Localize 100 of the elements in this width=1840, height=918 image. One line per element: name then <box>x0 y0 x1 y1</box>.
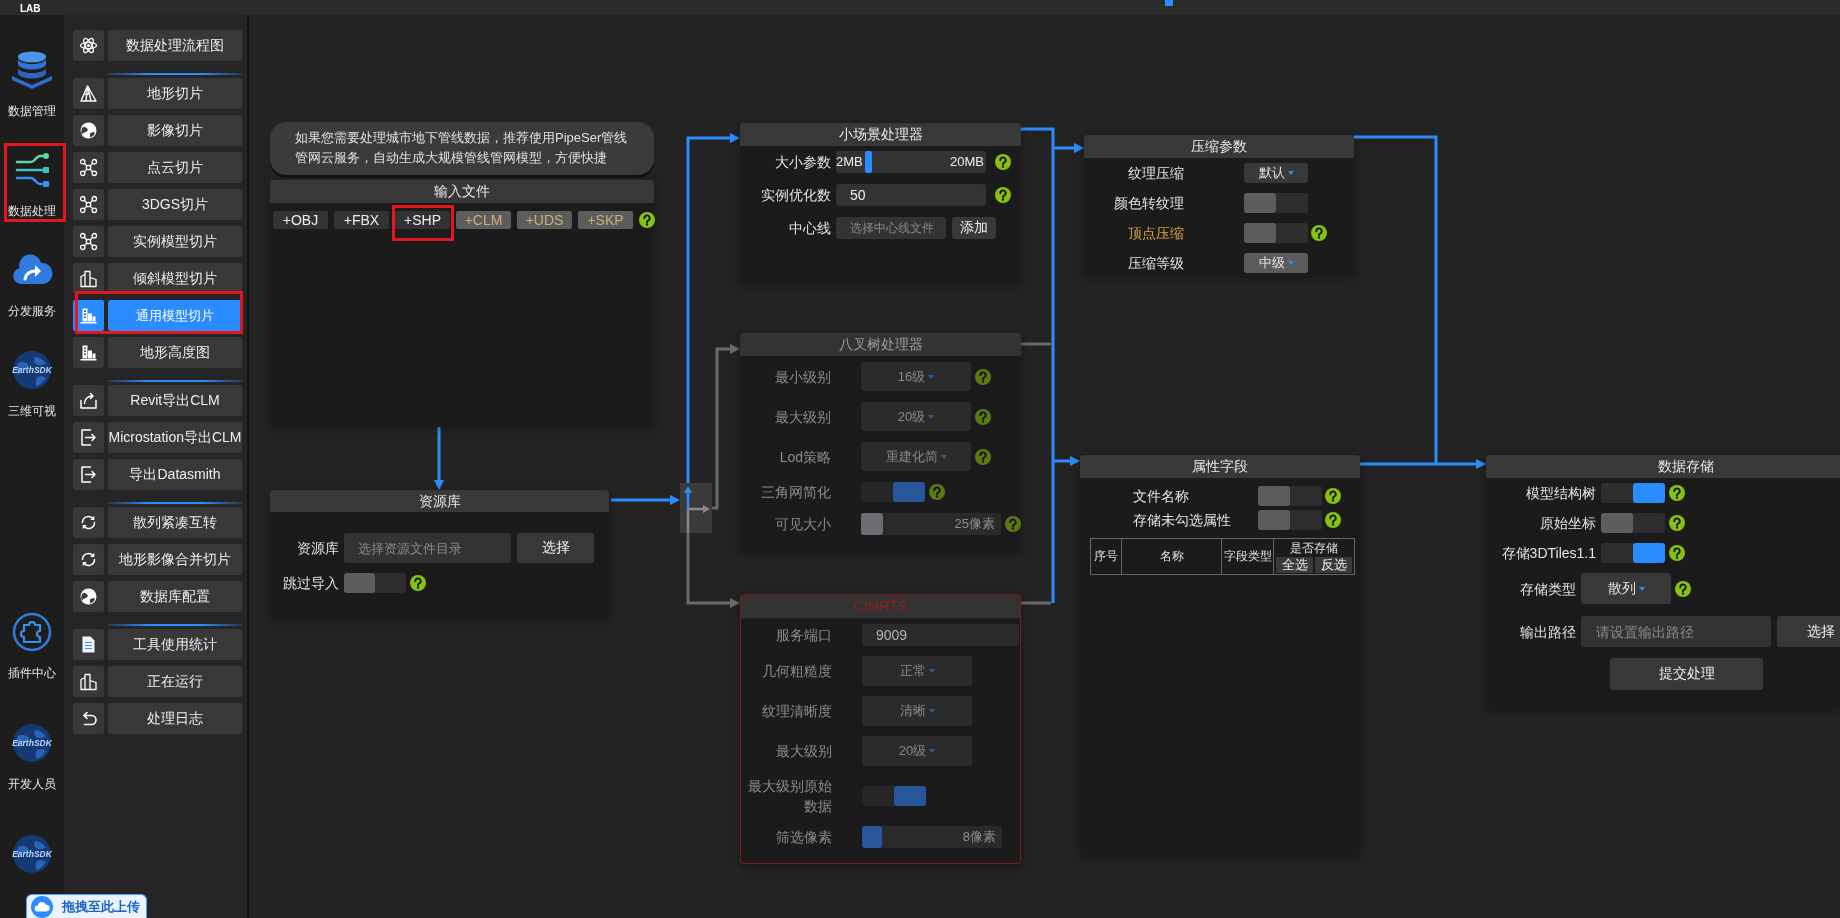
menu-button[interactable]: 散列紧凑互转 <box>108 507 242 538</box>
nav-item[interactable]: 插件中心 <box>0 612 64 681</box>
path-input[interactable]: 选择中心线文件 <box>836 217 946 239</box>
field-label: 存储类型 <box>1520 580 1576 597</box>
connector-arrow <box>1054 456 1080 466</box>
dropdown[interactable]: 散列 <box>1581 573 1671 604</box>
toggle-switch[interactable] <box>1601 483 1665 503</box>
toggle-switch[interactable] <box>1258 486 1322 506</box>
menu-button[interactable]: Microstation导出CLM <box>108 422 242 453</box>
range-max-label: 20MB <box>950 153 984 171</box>
table-action-button[interactable]: 反选 <box>1315 557 1352 573</box>
toggle-switch[interactable] <box>1601 513 1665 533</box>
add-format-button[interactable]: +SHP <box>395 211 450 229</box>
panel-header: 输入文件 <box>270 180 654 203</box>
globe-logo: EarthSDK <box>11 723 53 763</box>
number-input[interactable]: 50 <box>836 184 986 206</box>
column-header: 字段类型 <box>1221 538 1274 575</box>
toggle-switch[interactable] <box>1244 193 1308 213</box>
menu-button[interactable]: 处理日志 <box>108 703 242 734</box>
toggle-switch[interactable] <box>1258 510 1322 530</box>
field-label: 三角网简化 <box>761 484 831 500</box>
field-label: 原始坐标 <box>1540 515 1596 531</box>
slider-track[interactable]: 2MB 20MB <box>836 151 986 173</box>
path-input[interactable]: 选择资源文件目录 <box>344 533 511 563</box>
menu-button[interactable]: 地形切片 <box>108 78 242 109</box>
toggle-switch[interactable] <box>1244 223 1308 243</box>
square-icon <box>1164 0 1173 6</box>
field-label: 输出路径 <box>1520 623 1576 640</box>
nav-item[interactable]: EarthSDK 开发人员 <box>0 723 64 792</box>
connector-arrow <box>1054 143 1084 153</box>
nav-item[interactable]: EarthSDK 三维可视 <box>0 350 64 419</box>
upload-dropzone[interactable]: 拖拽至此上传 <box>26 894 147 918</box>
field-label: 顶点压缩 <box>1128 225 1184 241</box>
help-icon[interactable] <box>1669 485 1685 501</box>
path-input[interactable]: 请设置输出路径 <box>1581 616 1771 647</box>
menu-button[interactable]: Revit导出CLM <box>108 385 242 416</box>
dropdown[interactable]: 中级 <box>1244 253 1308 273</box>
range-min-label: 2MB <box>836 153 863 171</box>
globe-logo: EarthSDK <box>11 834 53 874</box>
slider-thumb[interactable] <box>864 151 872 173</box>
help-icon[interactable] <box>1325 488 1341 504</box>
select-button[interactable]: 选择 <box>517 533 594 563</box>
menu-button[interactable]: 3DGS切片 <box>108 189 242 220</box>
caret-icon <box>1287 171 1294 175</box>
atom-icon <box>73 30 104 61</box>
submit-button[interactable]: 提交处理 <box>1610 658 1763 690</box>
help-icon[interactable] <box>1311 225 1327 241</box>
nodes-icon <box>73 189 104 220</box>
menu-button[interactable]: 点云切片 <box>108 152 242 183</box>
column-header: 序号 <box>1090 538 1122 575</box>
menu-button[interactable]: 地形高度图 <box>108 337 242 368</box>
caret-icon <box>928 669 935 673</box>
table-action-button[interactable]: 全选 <box>1276 557 1313 573</box>
select-button[interactable]: 选择 <box>1777 616 1840 647</box>
connector-arrow <box>611 495 680 505</box>
field-label: 最大级别原始数据 <box>748 778 832 814</box>
menu-button[interactable]: 正在运行 <box>108 666 242 697</box>
help-icon[interactable] <box>995 154 1011 170</box>
nav-item[interactable]: EarthSDK <box>0 834 64 874</box>
field-label: 颜色转纹理 <box>1114 195 1184 211</box>
buildings-icon <box>73 666 104 697</box>
menu-button[interactable]: 数据库配置 <box>108 581 242 612</box>
add-format-button[interactable]: +OBJ <box>273 211 328 229</box>
menu-button[interactable]: 数据处理流程图 <box>108 30 242 61</box>
toggle-switch[interactable] <box>344 573 406 593</box>
caret-icon <box>928 374 935 379</box>
tip-bubble: 如果您需要处理城市地下管线数据，推荐使用PipeSer管线管网云服务，自动生成大规模管线管网模型，方便快捷 <box>270 122 654 175</box>
help-icon[interactable] <box>1669 515 1685 531</box>
document-icon <box>73 629 104 660</box>
help-icon[interactable] <box>1325 512 1341 528</box>
help-icon[interactable] <box>410 575 426 591</box>
column-header: 是否存储 <box>1290 541 1338 555</box>
help-icon[interactable] <box>1669 545 1685 561</box>
add-button[interactable]: 添加 <box>952 217 996 239</box>
menu-button[interactable]: 导出Datasmith <box>108 459 242 490</box>
help-icon[interactable] <box>639 212 655 228</box>
panel-header: 压缩参数 <box>1084 135 1354 158</box>
field-label: 存储3DTiles1.1 <box>1501 545 1596 561</box>
toggle-switch[interactable] <box>1601 543 1665 563</box>
field-label: 纹理压缩 <box>1128 165 1184 181</box>
help-icon[interactable] <box>995 187 1011 203</box>
menu-button[interactable]: 影像切片 <box>108 115 242 146</box>
dropdown[interactable]: 默认 <box>1244 163 1308 183</box>
add-format-button[interactable]: +FBX <box>334 211 389 229</box>
panel-header: 八叉树处理器 <box>740 333 1021 356</box>
panel-header: 资源库 <box>270 490 609 512</box>
nav-item[interactable]: 数据处理 <box>0 150 64 219</box>
field-label: 可见大小 <box>775 516 831 532</box>
blocks-icon <box>73 337 104 368</box>
caret-icon <box>1287 261 1294 265</box>
menu-button[interactable]: 实例模型切片 <box>108 226 242 257</box>
menu-button[interactable]: 工具使用统计 <box>108 629 242 660</box>
help-icon[interactable] <box>1675 580 1691 597</box>
field-label: 实例优化数 <box>761 187 831 203</box>
menu-button[interactable]: 地形影像合并切片 <box>108 544 242 575</box>
nav-item[interactable]: 数据管理 <box>0 50 64 119</box>
refresh-icon <box>73 507 104 538</box>
nav-item[interactable]: 分发服务 <box>0 250 64 319</box>
field-label: 筛选像素 <box>776 829 832 845</box>
field-label: 最小级别 <box>775 368 831 385</box>
